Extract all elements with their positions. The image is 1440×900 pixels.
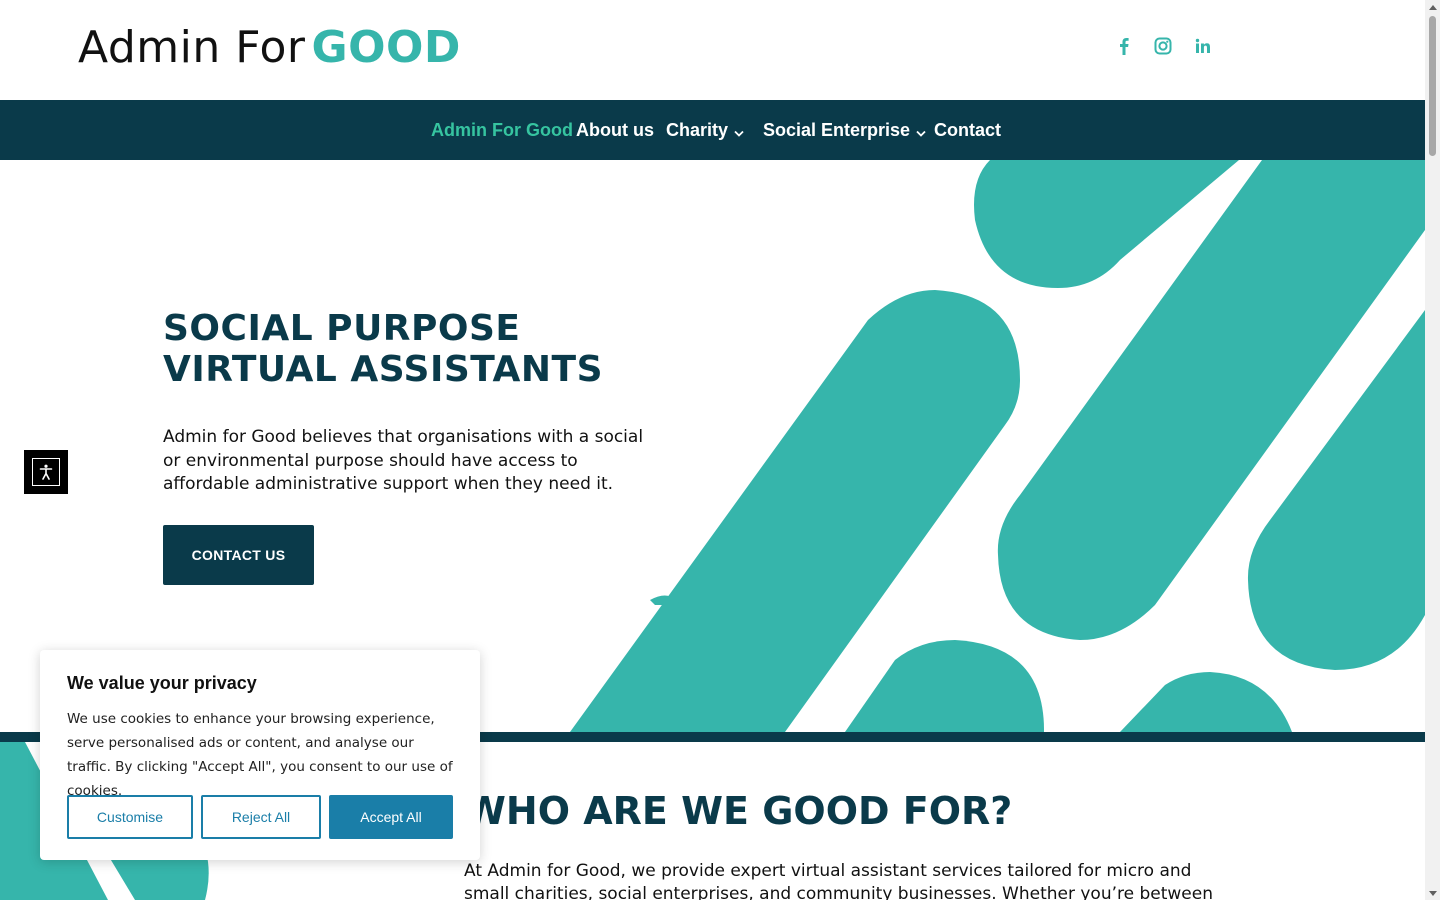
nav-item-admin-for-good[interactable]: Admin For Good: [431, 100, 573, 160]
scroll-up-arrow-icon[interactable]: [1425, 0, 1440, 14]
chevron-down-icon: [734, 101, 744, 161]
nav-item-label: Charity: [666, 120, 729, 140]
accept-all-button[interactable]: Accept All: [329, 795, 453, 839]
accessibility-icon: [32, 458, 60, 486]
nav-item-social-enterprise[interactable]: Social Enterprise: [763, 100, 926, 160]
reject-all-button[interactable]: Reject All: [201, 795, 321, 839]
cookie-description: We use cookies to enhance your browsing …: [67, 711, 453, 799]
hero-title-line2: VIRTUAL ASSISTANTS: [163, 349, 604, 390]
hero-section: SOCIAL PURPOSE VIRTUAL ASSISTANTS Admin …: [0, 160, 1425, 732]
instagram-icon[interactable]: [1151, 34, 1175, 58]
scroll-down-arrow-icon[interactable]: [1425, 886, 1440, 900]
scroll-thumb[interactable]: [1429, 16, 1436, 156]
main-nav: Admin For Good About us Charity Social E…: [0, 100, 1425, 160]
cookie-title: We value your privacy: [67, 673, 257, 693]
customise-button[interactable]: Customise: [67, 795, 193, 839]
hero-title-line1: SOCIAL PURPOSE: [163, 308, 521, 349]
logo-text-good: GOOD: [311, 22, 461, 73]
nav-item-label: Admin For Good: [431, 120, 573, 140]
nav-item-label: About us: [576, 120, 654, 140]
section-description: At Admin for Good, we provide expert vir…: [464, 861, 1213, 900]
hero-title: SOCIAL PURPOSE VIRTUAL ASSISTANTS: [163, 308, 603, 390]
hero-description: Admin for Good believes that organisatio…: [163, 427, 644, 494]
nav-item-contact[interactable]: Contact: [934, 100, 1001, 160]
nav-item-label: Social Enterprise: [763, 120, 911, 140]
nav-item-charity[interactable]: Charity: [666, 100, 744, 160]
nav-item-about-us[interactable]: About us: [576, 100, 654, 160]
linkedin-icon[interactable]: [1191, 34, 1215, 58]
accessibility-button[interactable]: [24, 450, 68, 494]
section-title: WHO ARE WE GOOD FOR?: [464, 789, 1013, 833]
site-header: Admin For GOOD: [0, 0, 1425, 100]
page: Admin For GOOD Admin For Good About us Ch…: [0, 0, 1425, 900]
logo-text-admin-for: Admin For: [78, 22, 306, 73]
facebook-icon[interactable]: [1112, 34, 1136, 58]
nav-item-label: Contact: [934, 120, 1001, 140]
site-logo[interactable]: Admin For GOOD: [78, 22, 461, 74]
chevron-down-icon: [916, 101, 926, 161]
contact-us-button[interactable]: CONTACT US: [163, 525, 314, 585]
cookie-consent-banner: We value your privacy We use cookies to …: [40, 650, 480, 860]
vertical-scrollbar[interactable]: [1425, 0, 1440, 900]
